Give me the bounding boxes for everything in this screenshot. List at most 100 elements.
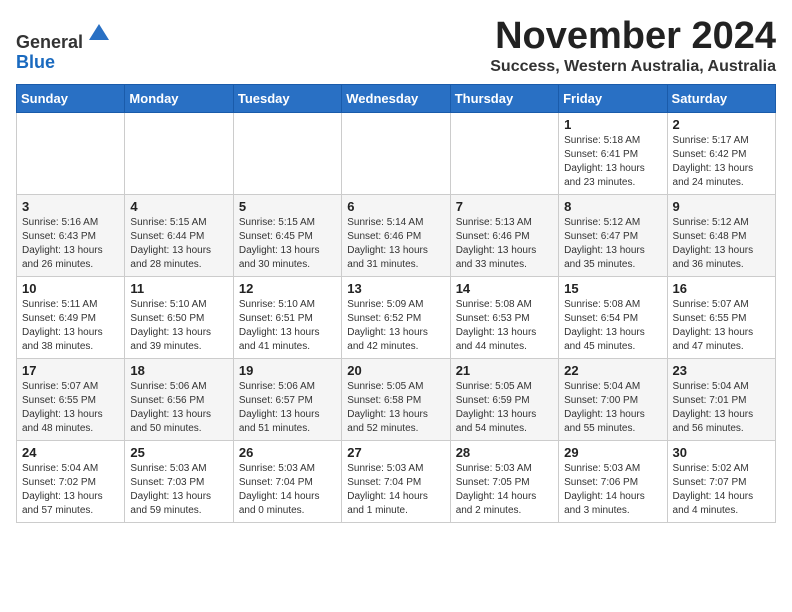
weekday-header-thursday: Thursday — [450, 84, 558, 112]
calendar-cell: 13Sunrise: 5:09 AM Sunset: 6:52 PM Dayli… — [342, 276, 450, 358]
day-number: 16 — [673, 281, 770, 296]
logo-icon — [85, 20, 113, 48]
page-header: General Blue November 2024 Success, West… — [16, 16, 776, 76]
weekday-header-tuesday: Tuesday — [233, 84, 341, 112]
day-info: Sunrise: 5:14 AM Sunset: 6:46 PM Dayligh… — [347, 216, 444, 272]
day-number: 18 — [130, 363, 227, 378]
calendar-cell: 2 Sunrise: 5:17 AM Sunset: 6:42 PM Daylig… — [667, 112, 775, 194]
weekday-header-wednesday: Wednesday — [342, 84, 450, 112]
day-number: 10 — [22, 281, 119, 296]
calendar-cell: 16 Sunrise: 5:07 AM Sunset: 6:55 PM Dayli… — [667, 276, 775, 358]
calendar-cell: 17 Sunrise: 5:07 AM Sunset: 6:55 PM Dayli… — [17, 358, 125, 440]
title-block: November 2024 Success, Western Australia… — [490, 16, 776, 76]
logo-general-text: General — [16, 32, 83, 52]
calendar-cell: 25Sunrise: 5:03 AM Sunset: 7:03 PM Dayli… — [125, 440, 233, 522]
day-info: Sunrise: 5:04 AM Sunset: 7:02 PM Dayligh… — [22, 462, 119, 518]
day-number: 4 — [130, 199, 227, 214]
calendar-cell: 30 Sunrise: 5:02 AM Sunset: 7:07 PM Dayli… — [667, 440, 775, 522]
calendar-table: SundayMondayTuesdayWednesdayThursdayFrid… — [16, 84, 776, 523]
day-number: 12 — [239, 281, 336, 296]
day-info: Sunrise: 5:04 AM Sunset: 7:00 PM Dayligh… — [564, 380, 661, 436]
day-number: 30 — [673, 445, 770, 460]
day-number: 29 — [564, 445, 661, 460]
logo-blue-text: Blue — [16, 52, 55, 72]
calendar-cell: 20 Sunrise: 5:05 AM Sunset: 6:58 PM Dayli… — [342, 358, 450, 440]
calendar-cell: 9 Sunrise: 5:12 AM Sunset: 6:48 PM Daylig… — [667, 194, 775, 276]
calendar-cell: 5 Sunrise: 5:15 AM Sunset: 6:45 PM Daylig… — [233, 194, 341, 276]
day-number: 1 — [564, 117, 661, 132]
weekday-header-friday: Friday — [559, 84, 667, 112]
day-number: 6 — [347, 199, 444, 214]
calendar-cell: 15 Sunrise: 5:08 AM Sunset: 6:54 PM Dayli… — [559, 276, 667, 358]
day-number: 8 — [564, 199, 661, 214]
calendar-cell — [233, 112, 341, 194]
day-info: Sunrise: 5:05 AM Sunset: 6:59 PM Dayligh… — [456, 380, 553, 436]
day-number: 7 — [456, 199, 553, 214]
day-info: Sunrise: 5:03 AM Sunset: 7:05 PM Dayligh… — [456, 462, 553, 518]
day-number: 11 — [130, 281, 227, 296]
day-info: Sunrise: 5:10 AM Sunset: 6:50 PM Dayligh… — [130, 298, 227, 354]
day-info: Sunrise: 5:12 AM Sunset: 6:48 PM Dayligh… — [673, 216, 770, 272]
calendar-cell: 18 Sunrise: 5:06 AM Sunset: 6:56 PM Dayli… — [125, 358, 233, 440]
day-info: Sunrise: 5:15 AM Sunset: 6:45 PM Dayligh… — [239, 216, 336, 272]
calendar-cell: 3Sunrise: 5:16 AM Sunset: 6:43 PM Daylig… — [17, 194, 125, 276]
day-number: 21 — [456, 363, 553, 378]
day-info: Sunrise: 5:03 AM Sunset: 7:06 PM Dayligh… — [564, 462, 661, 518]
location-title: Success, Western Australia, Australia — [490, 58, 776, 76]
calendar-week-3: 17 Sunrise: 5:07 AM Sunset: 6:55 PM Dayli… — [17, 358, 776, 440]
day-number: 17 — [22, 363, 119, 378]
day-info: Sunrise: 5:17 AM Sunset: 6:42 PM Dayligh… — [673, 134, 770, 190]
weekday-header-row: SundayMondayTuesdayWednesdayThursdayFrid… — [17, 84, 776, 112]
day-info: Sunrise: 5:07 AM Sunset: 6:55 PM Dayligh… — [22, 380, 119, 436]
calendar-week-1: 3Sunrise: 5:16 AM Sunset: 6:43 PM Daylig… — [17, 194, 776, 276]
calendar-cell: 14 Sunrise: 5:08 AM Sunset: 6:53 PM Dayli… — [450, 276, 558, 358]
day-number: 5 — [239, 199, 336, 214]
calendar-cell: 24 Sunrise: 5:04 AM Sunset: 7:02 PM Dayli… — [17, 440, 125, 522]
calendar-cell: 12 Sunrise: 5:10 AM Sunset: 6:51 PM Dayli… — [233, 276, 341, 358]
day-number: 2 — [673, 117, 770, 132]
day-number: 27 — [347, 445, 444, 460]
day-info: Sunrise: 5:03 AM Sunset: 7:04 PM Dayligh… — [347, 462, 444, 518]
day-number: 9 — [673, 199, 770, 214]
day-info: Sunrise: 5:04 AM Sunset: 7:01 PM Dayligh… — [673, 380, 770, 436]
month-title: November 2024 — [490, 16, 776, 58]
day-info: Sunrise: 5:02 AM Sunset: 7:07 PM Dayligh… — [673, 462, 770, 518]
day-number: 14 — [456, 281, 553, 296]
calendar-week-2: 10 Sunrise: 5:11 AM Sunset: 6:49 PM Dayli… — [17, 276, 776, 358]
weekday-header-monday: Monday — [125, 84, 233, 112]
calendar-week-4: 24 Sunrise: 5:04 AM Sunset: 7:02 PM Dayli… — [17, 440, 776, 522]
calendar-cell — [342, 112, 450, 194]
calendar-cell: 28 Sunrise: 5:03 AM Sunset: 7:05 PM Dayli… — [450, 440, 558, 522]
day-number: 28 — [456, 445, 553, 460]
calendar-cell: 8Sunrise: 5:12 AM Sunset: 6:47 PM Daylig… — [559, 194, 667, 276]
day-number: 22 — [564, 363, 661, 378]
calendar-cell: 1 Sunrise: 5:18 AM Sunset: 6:41 PM Daylig… — [559, 112, 667, 194]
calendar-cell: 19Sunrise: 5:06 AM Sunset: 6:57 PM Dayli… — [233, 358, 341, 440]
weekday-header-sunday: Sunday — [17, 84, 125, 112]
day-number: 20 — [347, 363, 444, 378]
calendar-cell — [125, 112, 233, 194]
day-info: Sunrise: 5:08 AM Sunset: 6:54 PM Dayligh… — [564, 298, 661, 354]
day-info: Sunrise: 5:09 AM Sunset: 6:52 PM Dayligh… — [347, 298, 444, 354]
day-info: Sunrise: 5:18 AM Sunset: 6:41 PM Dayligh… — [564, 134, 661, 190]
calendar-cell: 10 Sunrise: 5:11 AM Sunset: 6:49 PM Dayli… — [17, 276, 125, 358]
day-info: Sunrise: 5:06 AM Sunset: 6:56 PM Dayligh… — [130, 380, 227, 436]
day-info: Sunrise: 5:03 AM Sunset: 7:04 PM Dayligh… — [239, 462, 336, 518]
day-number: 19 — [239, 363, 336, 378]
logo: General Blue — [16, 20, 113, 73]
day-info: Sunrise: 5:15 AM Sunset: 6:44 PM Dayligh… — [130, 216, 227, 272]
day-info: Sunrise: 5:11 AM Sunset: 6:49 PM Dayligh… — [22, 298, 119, 354]
calendar-cell: 7 Sunrise: 5:13 AM Sunset: 6:46 PM Daylig… — [450, 194, 558, 276]
day-number: 23 — [673, 363, 770, 378]
calendar-cell: 27 Sunrise: 5:03 AM Sunset: 7:04 PM Dayli… — [342, 440, 450, 522]
day-info: Sunrise: 5:07 AM Sunset: 6:55 PM Dayligh… — [673, 298, 770, 354]
day-info: Sunrise: 5:08 AM Sunset: 6:53 PM Dayligh… — [456, 298, 553, 354]
day-number: 15 — [564, 281, 661, 296]
day-info: Sunrise: 5:03 AM Sunset: 7:03 PM Dayligh… — [130, 462, 227, 518]
day-info: Sunrise: 5:05 AM Sunset: 6:58 PM Dayligh… — [347, 380, 444, 436]
day-info: Sunrise: 5:13 AM Sunset: 6:46 PM Dayligh… — [456, 216, 553, 272]
day-number: 26 — [239, 445, 336, 460]
calendar-cell — [450, 112, 558, 194]
day-info: Sunrise: 5:10 AM Sunset: 6:51 PM Dayligh… — [239, 298, 336, 354]
day-number: 24 — [22, 445, 119, 460]
